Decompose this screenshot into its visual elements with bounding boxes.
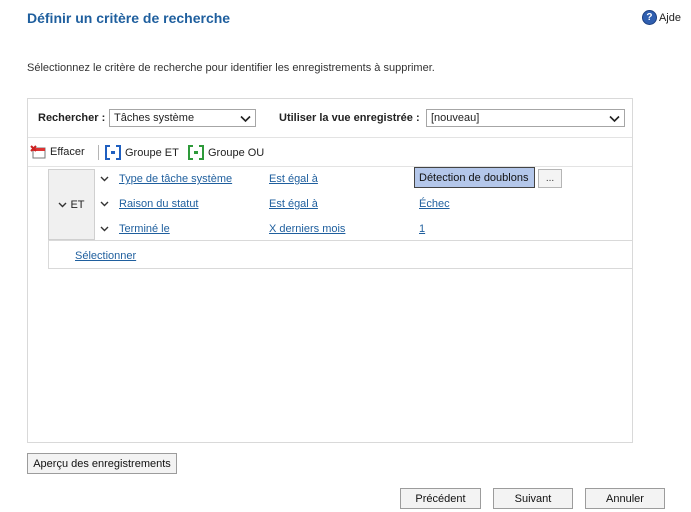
row-menu-chevron-icon[interactable]: [100, 174, 109, 183]
group-or-button[interactable]: Groupe OU: [188, 145, 264, 160]
group-or-label: Groupe OU: [208, 146, 265, 159]
saved-view-value: [nouveau]: [431, 112, 480, 124]
search-entity-select[interactable]: Tâches système: [109, 109, 256, 127]
criteria-value-link[interactable]: 1: [419, 223, 425, 235]
chevron-down-icon: [609, 115, 620, 123]
group-and-label: Groupe ET: [125, 146, 179, 159]
criteria-toolbar: Effacer Groupe ET Groupe OU: [28, 138, 632, 167]
previous-button[interactable]: Précédent: [400, 488, 481, 509]
next-button[interactable]: Suivant: [493, 488, 573, 509]
criteria-operator-link[interactable]: X derniers mois: [269, 223, 345, 235]
saved-view-select[interactable]: [nouveau]: [426, 109, 625, 127]
clear-label: Effacer: [50, 146, 85, 158]
preview-records-button[interactable]: Aperçu des enregistrements: [27, 453, 177, 474]
group-or-icon: [188, 145, 204, 160]
help-icon: ?: [641, 10, 657, 25]
chevron-down-icon: [58, 202, 67, 208]
toolbar-divider: [98, 145, 99, 160]
group-and-button[interactable]: Groupe ET: [105, 145, 179, 160]
lookup-button[interactable]: ...: [538, 169, 562, 188]
criteria-operator-link[interactable]: Est égal à: [269, 173, 318, 185]
criteria-value-link[interactable]: Échec: [419, 198, 450, 210]
row-menu-chevron-icon[interactable]: [100, 224, 109, 233]
chevron-down-icon: [240, 115, 251, 123]
clear-icon: [30, 145, 46, 159]
criteria-value-input[interactable]: Détection de doublons: [414, 167, 535, 188]
clear-button[interactable]: Effacer: [30, 145, 85, 159]
help-label: Ajde: [658, 11, 681, 24]
row-menu-chevron-icon[interactable]: [100, 199, 109, 208]
search-entity-value: Tâches système: [114, 112, 195, 124]
search-label: Rechercher :: [38, 112, 106, 124]
select-field-link[interactable]: Sélectionner: [75, 250, 136, 262]
cancel-button[interactable]: Annuler: [585, 488, 665, 509]
group-and-icon: [105, 145, 121, 160]
criteria-field-link[interactable]: Type de tâche système: [119, 173, 232, 185]
group-operator-label: ET: [70, 198, 85, 211]
and-group-toggle[interactable]: ET: [48, 169, 95, 240]
criteria-panel: Rechercher : Tâches système Utiliser la …: [27, 98, 633, 443]
criteria-field-link[interactable]: Terminé le: [119, 223, 170, 235]
help-link[interactable]: ? Ajde: [641, 10, 681, 25]
select-row: Sélectionner: [48, 240, 632, 269]
criteria-field-link[interactable]: Raison du statut: [119, 198, 199, 210]
search-row: Rechercher : Tâches système Utiliser la …: [28, 99, 632, 138]
dialog-title: Définir un critère de recherche: [27, 10, 231, 26]
saved-view-label: Utiliser la vue enregistrée :: [279, 112, 420, 124]
instruction-text: Sélectionnez le critère de recherche pou…: [27, 62, 435, 74]
criteria-operator-link[interactable]: Est égal à: [269, 198, 318, 210]
